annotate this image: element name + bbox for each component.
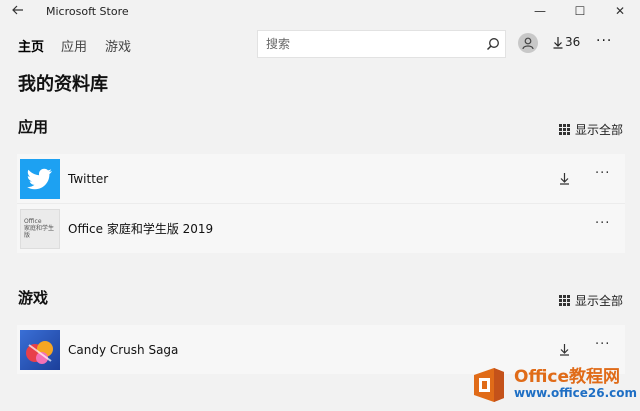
show-all-label: 显示全部 bbox=[575, 123, 624, 137]
more-options-icon[interactable]: ··· bbox=[595, 337, 610, 352]
app-name: Office 家庭和学生版 2019 bbox=[68, 222, 214, 236]
account-avatar[interactable] bbox=[518, 33, 538, 53]
office-tile-text: Office bbox=[24, 218, 42, 225]
back-arrow-icon[interactable] bbox=[0, 3, 36, 19]
tab-games[interactable]: 游戏 bbox=[105, 36, 131, 55]
section-heading-games: 游戏 bbox=[18, 289, 49, 307]
candy-crush-icon bbox=[20, 329, 60, 370]
section-heading-apps: 应用 bbox=[18, 118, 49, 136]
grid-icon bbox=[559, 295, 570, 306]
download-icon bbox=[559, 172, 569, 185]
page-title: 我的资料库 bbox=[18, 74, 108, 95]
install-button[interactable] bbox=[556, 341, 572, 357]
tab-home[interactable]: 主页 bbox=[18, 36, 44, 55]
more-options-icon[interactable]: ··· bbox=[596, 33, 612, 49]
more-options-icon[interactable]: ··· bbox=[595, 216, 610, 231]
office-icon: Office 家庭和学生版 bbox=[20, 208, 60, 249]
watermark-url: www.office26.com bbox=[514, 385, 638, 400]
watermark: Office教程网 www.office26.com bbox=[470, 358, 640, 411]
app-name: Twitter bbox=[68, 171, 109, 186]
office-logo-icon bbox=[470, 365, 510, 405]
user-icon bbox=[522, 37, 534, 50]
title-bar: Microsoft Store — ☐ ✕ bbox=[0, 0, 640, 22]
window-title: Microsoft Store bbox=[46, 4, 129, 18]
tab-apps[interactable]: 应用 bbox=[61, 36, 87, 55]
downloads-button[interactable]: 36 bbox=[553, 35, 580, 49]
grid-icon bbox=[559, 124, 570, 135]
game-name: Candy Crush Saga bbox=[68, 342, 179, 357]
twitter-icon bbox=[20, 158, 60, 199]
show-all-apps-button[interactable]: 显示全部 bbox=[559, 121, 623, 138]
search-icon[interactable] bbox=[481, 37, 505, 51]
office-tile-subtext: 家庭和学生版 bbox=[24, 225, 55, 239]
watermark-title: Office教程网 bbox=[514, 366, 621, 387]
search-input[interactable] bbox=[258, 36, 481, 52]
close-button[interactable]: ✕ bbox=[600, 4, 640, 18]
minimize-button[interactable]: — bbox=[520, 4, 560, 18]
show-all-label: 显示全部 bbox=[575, 294, 624, 308]
search-box bbox=[257, 30, 506, 58]
downloads-count: 36 bbox=[565, 35, 581, 49]
list-item[interactable]: Office 家庭和学生版 Office 家庭和学生版 2019 ··· bbox=[17, 204, 625, 253]
apps-list: Twitter ··· Office 家庭和学生版 Office 家庭和学生版 … bbox=[17, 154, 625, 253]
show-all-games-button[interactable]: 显示全部 bbox=[559, 292, 623, 309]
download-icon bbox=[553, 36, 563, 49]
list-item[interactable]: Twitter ··· bbox=[17, 154, 625, 204]
maximize-button[interactable]: ☐ bbox=[560, 4, 600, 18]
more-options-icon[interactable]: ··· bbox=[595, 166, 610, 181]
install-button[interactable] bbox=[556, 170, 572, 186]
download-icon bbox=[559, 343, 569, 356]
